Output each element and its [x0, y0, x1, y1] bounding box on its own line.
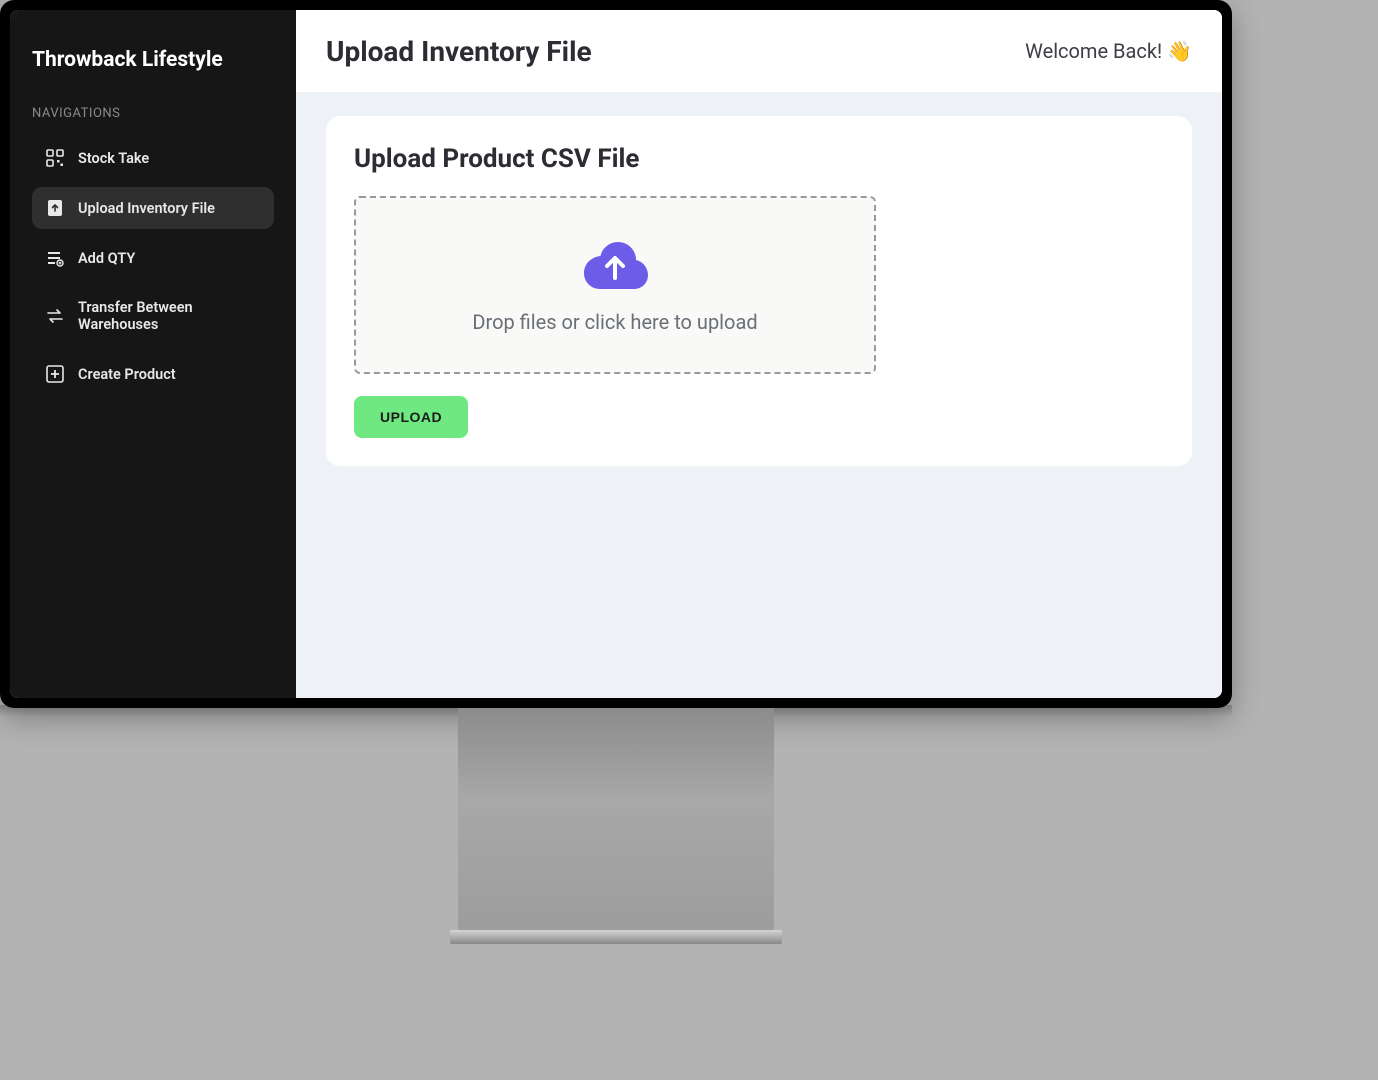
file-dropzone[interactable]: Drop files or click here to upload — [354, 196, 876, 374]
nav-section-label: NAVIGATIONS — [10, 106, 296, 137]
sidebar-item-label: Add QTY — [78, 250, 135, 267]
dropzone-text: Drop files or click here to upload — [472, 310, 757, 334]
sidebar-item-upload-inventory[interactable]: Upload Inventory File — [32, 187, 274, 229]
sidebar-item-label: Create Product — [78, 366, 176, 383]
plus-icon — [46, 365, 64, 383]
upload-card: Upload Product CSV File Drop files or cl… — [326, 116, 1192, 466]
qr-icon — [46, 149, 64, 167]
sidebar-item-create-product[interactable]: Create Product — [32, 353, 274, 395]
main-area: Upload Inventory File Welcome Back! 👋 Up… — [296, 10, 1222, 698]
sidebar-item-label: Upload Inventory File — [78, 200, 215, 217]
sidebar-item-add-qty[interactable]: Add QTY — [32, 237, 274, 279]
header: Upload Inventory File Welcome Back! 👋 — [296, 10, 1222, 92]
monitor-base — [450, 930, 782, 944]
app-screen: Throwback Lifestyle NAVIGATIONS Stock Ta… — [10, 10, 1222, 698]
brand-title: Throwback Lifestyle — [10, 48, 296, 106]
sidebar-item-transfer-warehouses[interactable]: Transfer Between Warehouses — [32, 287, 274, 345]
transfer-icon — [46, 307, 64, 325]
sidebar-item-label: Transfer Between Warehouses — [78, 299, 260, 333]
add-qty-icon — [46, 249, 64, 267]
upload-file-icon — [46, 199, 64, 217]
monitor-stand — [458, 708, 774, 938]
cloud-upload-icon — [578, 236, 652, 294]
nav-list: Stock Take Upload Inventory File — [10, 137, 296, 395]
sidebar: Throwback Lifestyle NAVIGATIONS Stock Ta… — [10, 10, 296, 698]
upload-button[interactable]: UPLOAD — [354, 396, 468, 438]
card-title: Upload Product CSV File — [354, 144, 1164, 174]
content: Upload Product CSV File Drop files or cl… — [296, 92, 1222, 490]
monitor-frame: Throwback Lifestyle NAVIGATIONS Stock Ta… — [0, 0, 1232, 708]
welcome-text: Welcome Back! 👋 — [1025, 39, 1192, 63]
page-title: Upload Inventory File — [326, 35, 592, 68]
sidebar-item-label: Stock Take — [78, 150, 149, 167]
sidebar-item-stock-take[interactable]: Stock Take — [32, 137, 274, 179]
